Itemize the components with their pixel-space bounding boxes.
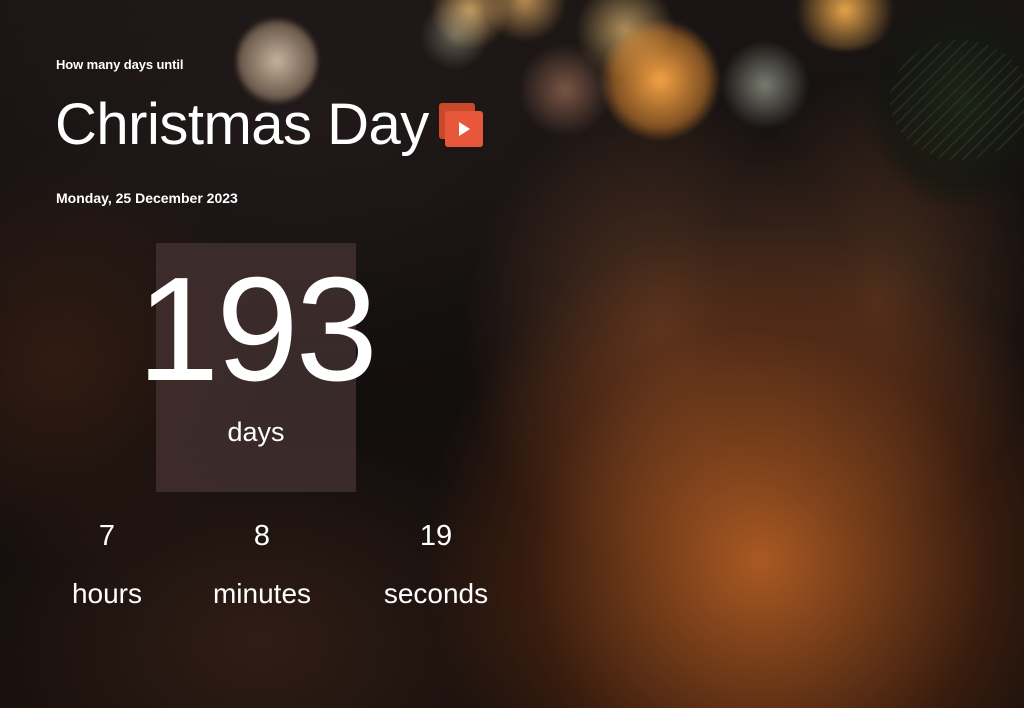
hours-count: 7 xyxy=(98,520,116,552)
seconds-count: 19 xyxy=(419,520,453,552)
minutes-label: minutes xyxy=(212,578,312,609)
play-icon-front xyxy=(444,111,483,147)
days-count: 193 xyxy=(137,247,378,412)
page-title: Christmas Day xyxy=(55,92,429,157)
play-triangle-icon xyxy=(458,122,470,136)
days-label: days xyxy=(227,417,285,447)
hours-label: hours xyxy=(71,578,143,609)
event-date: Monday, 25 December 2023 xyxy=(56,190,238,206)
seconds-unit: 19 seconds xyxy=(366,516,506,614)
play-icon[interactable] xyxy=(438,103,485,149)
seconds-label: seconds xyxy=(383,578,489,609)
title-row: Christmas Day xyxy=(55,92,485,158)
hours-unit: 7 hours xyxy=(57,516,157,614)
minutes-unit: 8 minutes xyxy=(197,516,327,614)
eyebrow-text: How many days until xyxy=(56,57,184,72)
minutes-count: 8 xyxy=(253,520,271,552)
countdown-page: How many days until Christmas Day Monday… xyxy=(0,0,1024,708)
